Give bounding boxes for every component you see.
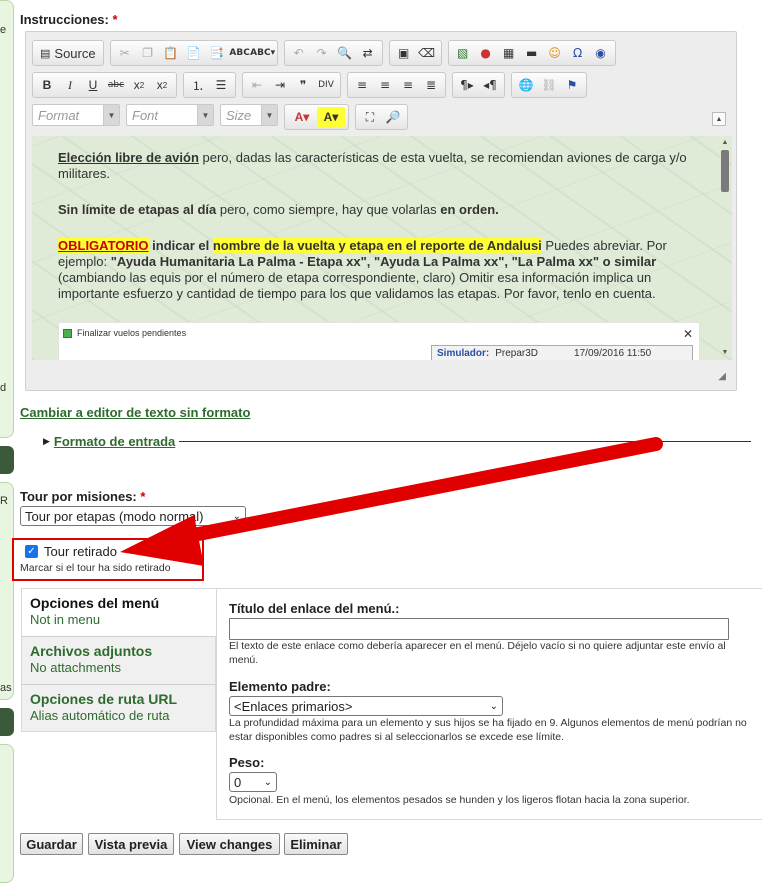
weight-description: Opcional. En el menú, los elementos pesa… <box>229 794 690 806</box>
menu-link-title-label: Título del enlace del menú.: <box>229 601 400 616</box>
chevron-down-icon: ⌄ <box>489 700 498 712</box>
tab-url-path[interactable]: Opciones de ruta URL Alias automático de… <box>22 685 217 733</box>
chevron-down-icon: ⌄ <box>263 776 272 788</box>
preview-button[interactable]: Vista previa <box>88 833 174 855</box>
tab-attachments[interactable]: Archivos adjuntos No attachments <box>22 637 217 685</box>
parent-item-description: La profundidad máxima para un elemento y… <box>229 717 747 743</box>
delete-button[interactable]: Eliminar <box>284 833 348 855</box>
menu-link-title-description: El texto de este enlace como debería apa… <box>229 640 726 666</box>
vertical-tabs: Opciones del menú Not in menu Archivos a… <box>21 588 217 733</box>
parent-item-label: Elemento padre: <box>229 679 331 694</box>
tab-menu-options[interactable]: Opciones del menú Not in menu <box>22 589 217 637</box>
view-changes-button[interactable]: View changes <box>179 833 280 855</box>
save-button[interactable]: Guardar <box>20 833 83 855</box>
weight-select[interactable]: 0 ⌄ <box>229 772 277 792</box>
weight-label: Peso: <box>229 755 265 770</box>
menu-link-title-input[interactable] <box>229 618 729 640</box>
parent-item-select[interactable]: <Enlaces primarios> ⌄ <box>229 696 503 716</box>
menu-settings-panel: Título del enlace del menú.: El texto de… <box>216 588 762 820</box>
